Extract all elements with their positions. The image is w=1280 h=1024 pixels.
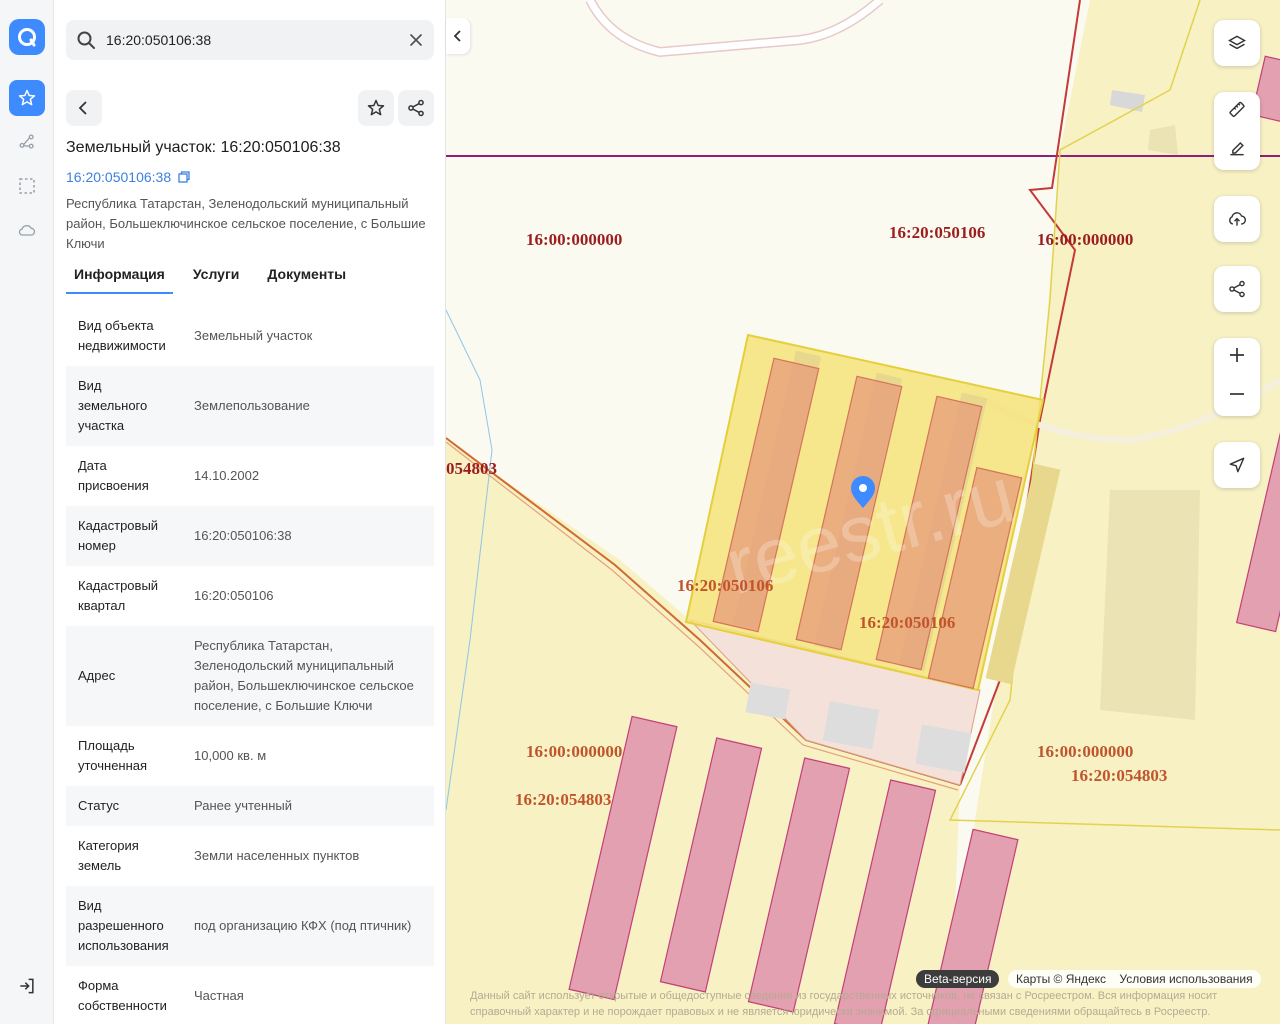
- cadastral-link-text[interactable]: 16:20:050106:38: [66, 169, 171, 185]
- star-icon: [367, 99, 385, 116]
- upload-button[interactable]: [1214, 196, 1260, 242]
- info-key: Вид земельного участка: [66, 366, 182, 446]
- zoom-in-icon[interactable]: [1228, 346, 1246, 369]
- info-key: Вид объекта недвижимости: [78, 318, 166, 353]
- info-value: Земельный участок: [194, 328, 313, 343]
- chevron-left-icon: [453, 30, 461, 42]
- map-label: 16:00:000000: [1037, 230, 1134, 249]
- info-key: Вид разрешенного использования: [66, 886, 182, 966]
- table-row: Кадастровый номер 16:20:050106:38: [66, 506, 434, 566]
- clear-search-icon[interactable]: [406, 30, 426, 55]
- info-value: под организацию КФХ (под птичник): [182, 886, 434, 966]
- map-canvas[interactable]: reestr.ru 16:00:000000 16:20:050106 16:0…: [446, 0, 1280, 1024]
- share-button[interactable]: [398, 90, 434, 126]
- tab-documents[interactable]: Документы: [259, 266, 354, 294]
- ruler-icon[interactable]: [1227, 99, 1247, 124]
- info-value: Частная: [194, 988, 244, 1003]
- map-label: 16:20:054803: [1071, 766, 1168, 785]
- table-row: Вид разрешенного использования под органи…: [66, 886, 434, 966]
- info-value: Республика Татарстан, Зеленодольский мун…: [182, 626, 434, 726]
- measure-tools-group: [1214, 92, 1260, 170]
- table-row: Статус Ранее учтенный: [66, 786, 434, 826]
- info-value: 10,000 кв. м: [194, 748, 267, 763]
- favorite-button[interactable]: [358, 90, 394, 126]
- zoom-out-icon[interactable]: [1228, 385, 1246, 408]
- info-value: 16:20:050106: [194, 588, 274, 603]
- info-table: Вид объекта недвижимости Земельный участо…: [66, 306, 434, 1024]
- info-value: 16:20:050106:38: [182, 506, 434, 566]
- map-label: 16:20:050106: [677, 576, 774, 595]
- tab-services[interactable]: Услуги: [185, 266, 248, 294]
- map-label: 16:00:000000: [526, 230, 623, 249]
- cloud-upload-icon: [1229, 212, 1247, 226]
- table-row: Кадастровый квартал 16:20:050106: [66, 566, 434, 626]
- favorites-star-icon[interactable]: [9, 80, 45, 116]
- object-address: Республика Татарстан, Зеленодольский мун…: [66, 196, 426, 251]
- map-label: 16:20:050106: [889, 223, 986, 242]
- table-row: Вид земельного участка Землепользование: [66, 366, 434, 446]
- info-key: Статус: [66, 786, 182, 826]
- cloud-icon[interactable]: [9, 212, 45, 248]
- object-panel: Земельный участок: 16:20:050106:38 16:20…: [54, 0, 446, 1024]
- map-layer: reestr.ru: [446, 0, 1280, 1024]
- map-label: 16:20:050106: [859, 613, 956, 632]
- table-row: Категория земель Земли населенных пунктов: [66, 826, 434, 886]
- layers-button[interactable]: [1214, 20, 1260, 66]
- info-key: Дата присвоения: [78, 458, 149, 493]
- info-key: Форма собственности: [78, 978, 167, 1013]
- app-root: Земельный участок: 16:20:050106:38 16:20…: [0, 0, 1280, 1024]
- copy-icon[interactable]: [177, 170, 191, 184]
- share-icon: [408, 99, 424, 117]
- left-rail: [0, 0, 54, 1024]
- navigation-arrow-icon: [1229, 457, 1245, 473]
- map-label: 16:00:000000: [1037, 742, 1134, 761]
- share-icon: [1229, 280, 1245, 298]
- cadastral-link[interactable]: 16:20:050106:38: [66, 169, 191, 185]
- info-key: Категория земель: [78, 838, 139, 873]
- disclaimer-text: Данный сайт использует открытые и общедо…: [470, 990, 1218, 1018]
- map-label: 16:00:000000: [526, 742, 623, 761]
- search-icon[interactable]: [76, 30, 96, 55]
- map-share-button[interactable]: [1214, 266, 1260, 312]
- route-nodes-icon[interactable]: [9, 124, 45, 160]
- edit-icon[interactable]: [1227, 138, 1247, 163]
- map-label: 054803: [446, 459, 497, 478]
- info-value: Ранее учтенный: [182, 786, 434, 826]
- search-bar: [66, 20, 434, 60]
- tab-bar: Информация Услуги Документы: [66, 266, 366, 294]
- page-title: Земельный участок: 16:20:050106:38: [66, 139, 341, 156]
- copyright-text[interactable]: Карты © Яндекс: [1016, 972, 1106, 986]
- collapse-panel-button[interactable]: [446, 18, 470, 54]
- map-attribution: Карты © Яндекс Условия использования: [1008, 970, 1261, 988]
- login-icon[interactable]: [9, 968, 45, 1004]
- map-label: 16:20:054803: [515, 790, 612, 809]
- zoom-controls: [1214, 338, 1260, 416]
- info-key: Кадастровый номер: [66, 506, 182, 566]
- info-key: Адрес: [66, 626, 182, 726]
- info-key: Кадастровый квартал: [78, 578, 159, 613]
- table-row: Площадь уточненная 10,000 кв. м: [66, 726, 434, 786]
- back-button[interactable]: [66, 90, 102, 126]
- logo[interactable]: [9, 19, 45, 55]
- terms-link[interactable]: Условия использования: [1119, 972, 1252, 986]
- info-value: Землепользование: [182, 366, 434, 446]
- table-row: Дата присвоения 14.10.2002: [66, 446, 434, 506]
- geolocate-button[interactable]: [1214, 442, 1260, 488]
- info-key: Площадь уточненная: [78, 738, 148, 773]
- selection-area-icon[interactable]: [9, 168, 45, 204]
- table-row: Вид объекта недвижимости Земельный участо…: [66, 306, 434, 366]
- tab-information[interactable]: Информация: [66, 266, 173, 294]
- info-value: Земли населенных пунктов: [194, 848, 360, 863]
- info-value: 14.10.2002: [194, 468, 260, 483]
- table-row: Форма собственности Частная: [66, 966, 434, 1024]
- layers-icon: [1228, 35, 1246, 50]
- chevron-left-icon: [78, 101, 87, 115]
- table-row: Адрес Республика Татарстан, Зеленодольски…: [66, 626, 434, 726]
- beta-badge: Beta-версия: [916, 970, 1000, 988]
- search-input[interactable]: [106, 20, 396, 60]
